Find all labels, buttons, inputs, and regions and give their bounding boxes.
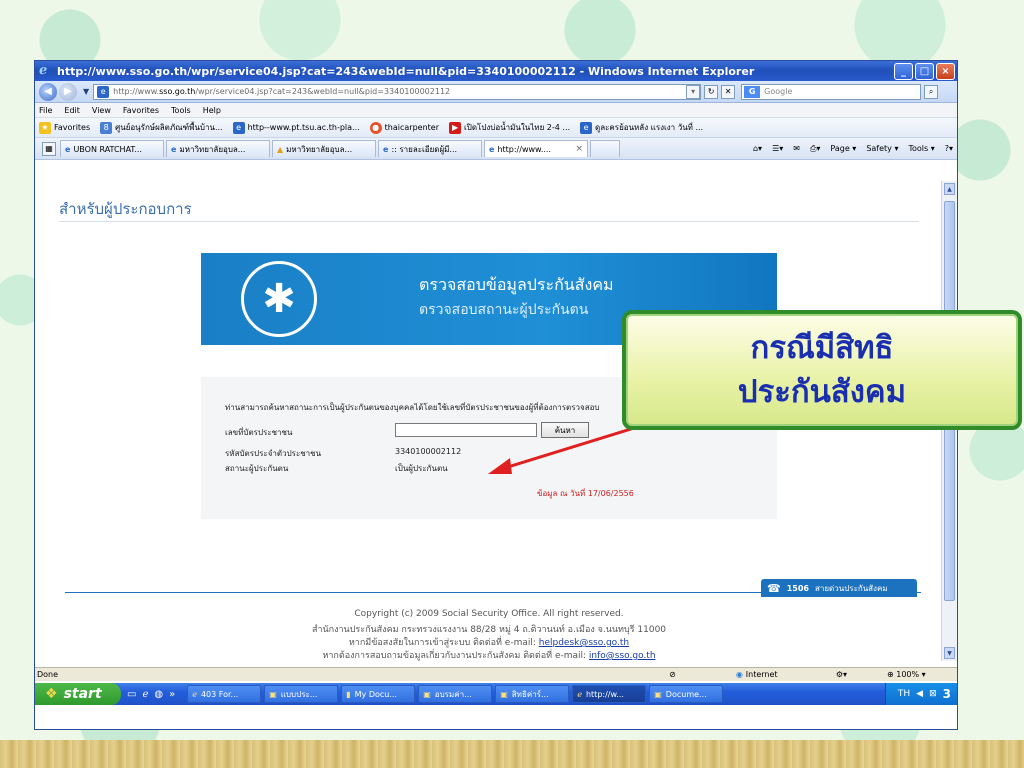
callout-line-2: ประกันสังคม [737, 374, 907, 410]
callout-line-1: กรณีมีสิทธิ [750, 330, 894, 366]
arrow-head [488, 458, 512, 474]
annotation-callout: กรณีมีสิทธิ ประกันสังคม [622, 310, 1022, 430]
